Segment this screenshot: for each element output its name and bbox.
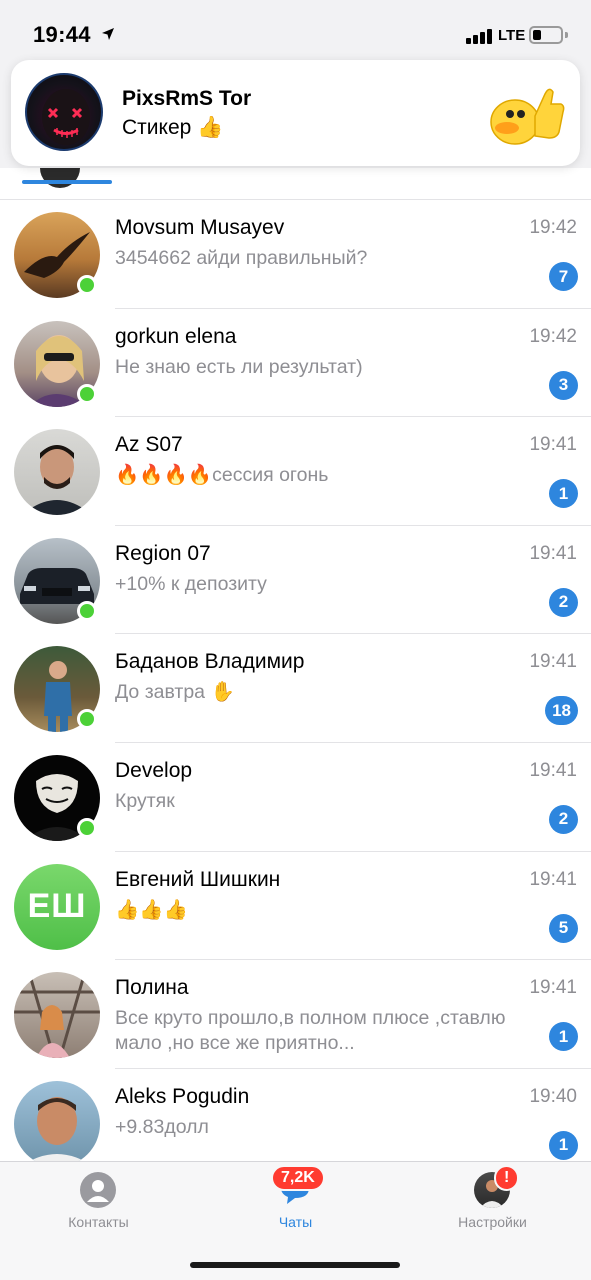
chat-name: Баданов Владимир <box>115 650 305 674</box>
online-indicator <box>77 275 97 295</box>
tab-chats-label: Чаты <box>278 1214 313 1230</box>
unread-badge: 3 <box>549 370 578 400</box>
hidden-row-indicator <box>22 180 112 184</box>
chat-row-badanov-vladimir[interactable]: Баданов Владимир 19:41 До завтра ✋ 18 <box>0 634 591 743</box>
man-photo-avatar <box>14 429 100 516</box>
settings-alert-badge: ! <box>494 1165 520 1191</box>
chat-preview: Крутяк <box>115 789 175 812</box>
chat-time: 19:41 <box>529 868 577 890</box>
tab-chats[interactable]: 7,2K Чаты <box>197 1162 394 1242</box>
man-portrait-icon <box>20 1096 94 1167</box>
notification-text: Стикер 👍 <box>122 116 224 139</box>
chat-row-region-07[interactable]: Region 07 19:41 +10% к депозиту 2 <box>0 526 591 635</box>
notification-title: PixsRmS Tor <box>122 87 252 110</box>
online-indicator <box>77 600 97 621</box>
chat-time: 19:41 <box>529 759 577 781</box>
unread-badge: 18 <box>545 696 578 726</box>
chat-time: 19:41 <box>529 651 577 673</box>
tab-settings[interactable]: ! Настройки <box>394 1162 591 1242</box>
status-time: 19:44 <box>33 22 91 47</box>
chat-preview: +10% к депозиту <box>115 572 267 595</box>
signal-icon <box>466 28 492 44</box>
home-indicator[interactable] <box>190 1262 400 1268</box>
chat-time: 19:42 <box>529 325 577 347</box>
chat-name: Region 07 <box>115 541 211 565</box>
chat-row-polina[interactable]: Полина 19:41 Все круто прошло,в полном п… <box>0 960 591 1069</box>
unread-badge: 2 <box>549 804 578 834</box>
neon-mask-icon <box>42 89 90 145</box>
tab-settings-label: Настройки <box>458 1214 527 1230</box>
chat-preview: До завтра ✋ <box>115 681 235 704</box>
chat-time: 19:41 <box>529 434 577 456</box>
chat-time: 19:41 <box>529 542 577 564</box>
notification-banner[interactable]: PixsRmS Tor Стикер 👍 <box>11 60 580 166</box>
chat-time: 19:41 <box>529 977 577 999</box>
chat-name: Az S07 <box>115 433 183 457</box>
girl-bridge-icon <box>14 972 100 1059</box>
unread-badge: 1 <box>549 1022 578 1052</box>
location-arrow-icon <box>102 28 114 40</box>
chats-unread-badge: 7,2K <box>271 1165 325 1191</box>
chat-name: Movsum Musayev <box>115 216 285 239</box>
initials-avatar: ЕШ <box>14 863 100 950</box>
chat-row-evgeniy-shishkin[interactable]: ЕШ Евгений Шишкин 19:41 👍👍👍 5 <box>0 852 591 961</box>
man-icon <box>22 445 92 516</box>
neon-mask-avatar <box>25 73 103 151</box>
unread-badge: 7 <box>549 262 578 291</box>
online-indicator <box>77 817 97 838</box>
chat-preview: +9.83долл <box>115 1115 209 1138</box>
unread-badge: 5 <box>549 913 578 943</box>
chat-row-develop[interactable]: Develop 19:41 Крутяк 2 <box>0 743 591 852</box>
chat-name: Полина <box>115 976 189 1000</box>
status-bar: 19:44 LTE <box>0 0 591 60</box>
unread-badge: 2 <box>549 587 578 617</box>
girl-bridge-photo-avatar <box>14 972 100 1059</box>
man-portrait-photo-avatar <box>14 1080 100 1167</box>
chat-preview: 👍👍👍 <box>115 898 188 921</box>
unread-badge: 1 <box>549 1130 578 1160</box>
online-indicator <box>77 709 97 730</box>
contacts-icon <box>80 1172 116 1208</box>
chat-time: 19:42 <box>529 217 577 238</box>
unread-badge: 1 <box>549 479 578 509</box>
network-label: LTE <box>498 27 526 44</box>
chat-time: 19:40 <box>529 1085 577 1107</box>
chat-name: Aleks Pogudin <box>115 1084 250 1108</box>
chat-list: Movsum Musayev 19:42 3454662 айди правил… <box>0 200 591 1177</box>
chat-name: Develop <box>115 758 193 782</box>
battery-icon <box>529 26 563 44</box>
chat-preview: Не знаю есть ли результат) <box>115 355 363 378</box>
tab-contacts[interactable]: Контакты <box>0 1162 197 1242</box>
hidden-row-peek <box>0 168 591 200</box>
chat-name: gorkun elena <box>115 324 237 348</box>
chat-preview: Все круто прошло,в полном плюсе ,ставлю … <box>115 1007 506 1055</box>
chat-row-az-s07[interactable]: Az S07 19:41 🔥🔥🔥🔥сессия огонь 1 <box>0 417 591 526</box>
online-indicator <box>77 383 97 404</box>
chat-row-movsum-musayev[interactable]: Movsum Musayev 19:42 3454662 айди правил… <box>0 200 591 309</box>
chat-row-gorkun-elena[interactable]: gorkun elena 19:42 Не знаю есть ли резул… <box>0 309 591 418</box>
chat-preview: 🔥🔥🔥🔥сессия огонь <box>115 464 329 487</box>
chat-preview: 3454662 айди правильный? <box>115 247 368 269</box>
chat-name: Евгений Шишкин <box>115 867 281 891</box>
duck-thumbs-up-sticker <box>490 88 565 145</box>
tab-contacts-label: Контакты <box>68 1214 129 1230</box>
